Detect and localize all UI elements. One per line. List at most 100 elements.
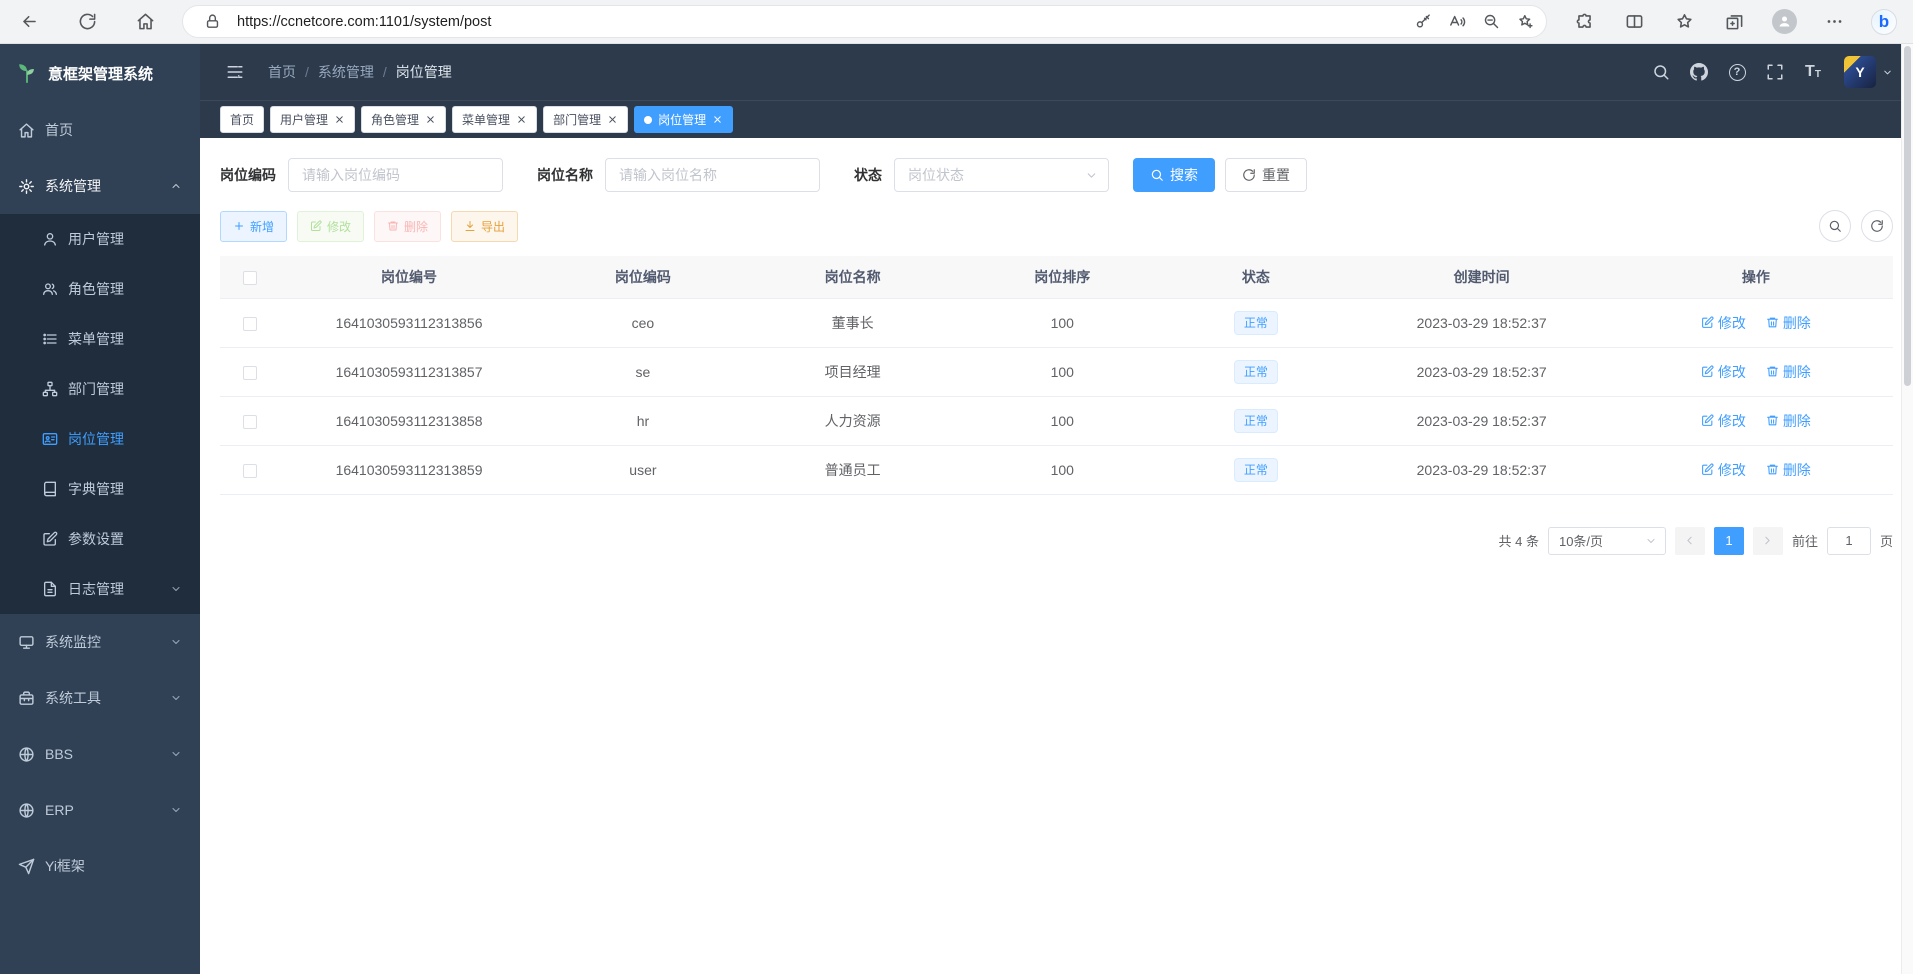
select-all-checkbox[interactable] [243, 271, 257, 285]
collections-icon[interactable] [1717, 5, 1751, 39]
refresh-table-icon[interactable] [1861, 210, 1893, 242]
sidebar-toggle-icon[interactable] [220, 57, 250, 87]
add-button[interactable]: 新增 [220, 211, 287, 242]
tab-close-icon[interactable] [516, 114, 527, 125]
sidebar-item-dept-mgmt[interactable]: 部门管理 [0, 364, 200, 414]
browser-home-button[interactable] [128, 5, 162, 39]
user-avatar: Y [1844, 56, 1876, 88]
user-avatar-menu[interactable]: Y [1844, 56, 1893, 88]
row-edit-link[interactable]: 修改 [1701, 411, 1746, 431]
site-info-lock-icon[interactable] [197, 8, 227, 36]
profile-person-icon [1772, 9, 1797, 34]
font-size-icon[interactable]: TT [1798, 57, 1828, 87]
post-name-input[interactable] [605, 158, 820, 192]
status-select[interactable]: 岗位状态 [894, 158, 1109, 192]
sidebar-item-menu-mgmt[interactable]: 菜单管理 [0, 314, 200, 364]
cell-actions: 修改 删除 [1619, 298, 1893, 347]
export-button[interactable]: 导出 [451, 211, 518, 242]
browser-refresh-button[interactable] [70, 5, 104, 39]
reset-button[interactable]: 重置 [1225, 158, 1307, 192]
cell-post-code: ceo [538, 298, 748, 347]
status-label: 状态 [854, 165, 882, 185]
page-number-button[interactable]: 1 [1714, 527, 1744, 555]
browser-address-bar[interactable]: https://ccnetcore.com:1101/system/post [182, 5, 1547, 38]
tab-post-mgmt[interactable]: 岗位管理 [634, 106, 733, 133]
row-edit-link[interactable]: 修改 [1701, 313, 1746, 333]
cell-status: 正常 [1167, 445, 1344, 494]
row-delete-link[interactable]: 删除 [1766, 362, 1811, 382]
breadcrumb-home[interactable]: 首页 [268, 62, 309, 82]
sidebar-item-monitor[interactable]: 系统监控 [0, 614, 200, 670]
chevron-down-icon [170, 748, 182, 760]
add-favorite-star-icon[interactable] [1510, 8, 1540, 36]
sidebar-item-param-settings[interactable]: 参数设置 [0, 514, 200, 564]
edit-button[interactable]: 修改 [297, 211, 364, 242]
sidebar-item-system[interactable]: 系统管理 [0, 158, 200, 214]
sidebar-item-home[interactable]: 首页 [0, 102, 200, 158]
tab-label: 部门管理 [553, 111, 601, 128]
sidebar-item-bbs[interactable]: BBS [0, 726, 200, 782]
row-checkbox[interactable] [243, 366, 257, 380]
sidebar-item-erp[interactable]: ERP [0, 782, 200, 838]
toggle-search-icon[interactable] [1819, 210, 1851, 242]
row-checkbox[interactable] [243, 464, 257, 478]
row-edit-link[interactable]: 修改 [1701, 362, 1746, 382]
browser-profile-avatar[interactable] [1767, 5, 1801, 39]
bing-chat-icon[interactable]: b [1867, 5, 1901, 39]
search-button[interactable]: 搜索 [1133, 158, 1215, 192]
tab-close-icon[interactable] [334, 114, 345, 125]
sidebar-item-yi-framework[interactable]: Yi框架 [0, 838, 200, 894]
sidebar-item-role-mgmt[interactable]: 角色管理 [0, 264, 200, 314]
breadcrumb-system[interactable]: 系统管理 [318, 62, 387, 82]
header-search-icon[interactable] [1646, 57, 1676, 87]
github-icon[interactable] [1684, 57, 1714, 87]
delete-button[interactable]: 删除 [374, 211, 441, 242]
split-screen-icon[interactable] [1617, 5, 1651, 39]
row-delete-link[interactable]: 删除 [1766, 313, 1811, 333]
goto-page-input[interactable] [1827, 527, 1871, 555]
scrollbar-thumb[interactable] [1904, 46, 1911, 386]
tab-close-icon[interactable] [712, 114, 723, 125]
tab-close-icon[interactable] [607, 114, 618, 125]
sidebar-item-label: ERP [45, 802, 74, 818]
edit-link-label: 修改 [1718, 362, 1746, 382]
tab-dept-mgmt[interactable]: 部门管理 [543, 106, 628, 133]
tab-label: 角色管理 [371, 111, 419, 128]
tab-menu-mgmt[interactable]: 菜单管理 [452, 106, 537, 133]
sidebar-item-dict-mgmt[interactable]: 字典管理 [0, 464, 200, 514]
row-edit-link[interactable]: 修改 [1701, 460, 1746, 480]
tab-close-icon[interactable] [425, 114, 436, 125]
help-icon[interactable]: ? [1722, 57, 1752, 87]
fullscreen-icon[interactable] [1760, 57, 1790, 87]
page-size-select[interactable]: 10条/页 [1548, 527, 1666, 555]
sidebar-item-label: 字典管理 [68, 479, 124, 499]
prev-page-button[interactable] [1675, 527, 1705, 555]
breadcrumb: 首页 系统管理 岗位管理 [268, 62, 452, 82]
row-checkbox[interactable] [243, 317, 257, 331]
favorites-icon[interactable] [1667, 5, 1701, 39]
saved-password-key-icon[interactable] [1408, 8, 1438, 36]
browser-back-button[interactable] [12, 5, 46, 39]
row-checkbox[interactable] [243, 415, 257, 429]
read-aloud-icon[interactable] [1442, 8, 1472, 36]
tab-role-mgmt[interactable]: 角色管理 [361, 106, 446, 133]
browser-more-menu-icon[interactable] [1817, 5, 1851, 39]
sidebar-item-user-mgmt[interactable]: 用户管理 [0, 214, 200, 264]
tab-user-mgmt[interactable]: 用户管理 [270, 106, 355, 133]
tab-home[interactable]: 首页 [220, 106, 264, 133]
sidebar: 意框架管理系统 首页 系统管理 用户管理 角色管理 [0, 44, 200, 974]
delete-link-label: 删除 [1783, 411, 1811, 431]
extensions-icon[interactable] [1567, 5, 1601, 39]
sidebar-item-post-mgmt[interactable]: 岗位管理 [0, 414, 200, 464]
browser-scrollbar[interactable] [1901, 44, 1913, 974]
edit-icon [1701, 414, 1714, 427]
sidebar-item-log-mgmt[interactable]: 日志管理 [0, 564, 200, 614]
cell-post-name: 项目经理 [748, 347, 958, 396]
row-delete-link[interactable]: 删除 [1766, 411, 1811, 431]
trash-icon [1766, 316, 1779, 329]
next-page-button[interactable] [1753, 527, 1783, 555]
row-delete-link[interactable]: 删除 [1766, 460, 1811, 480]
post-code-input[interactable] [288, 158, 503, 192]
zoom-out-icon[interactable] [1476, 8, 1506, 36]
sidebar-item-tools[interactable]: 系统工具 [0, 670, 200, 726]
